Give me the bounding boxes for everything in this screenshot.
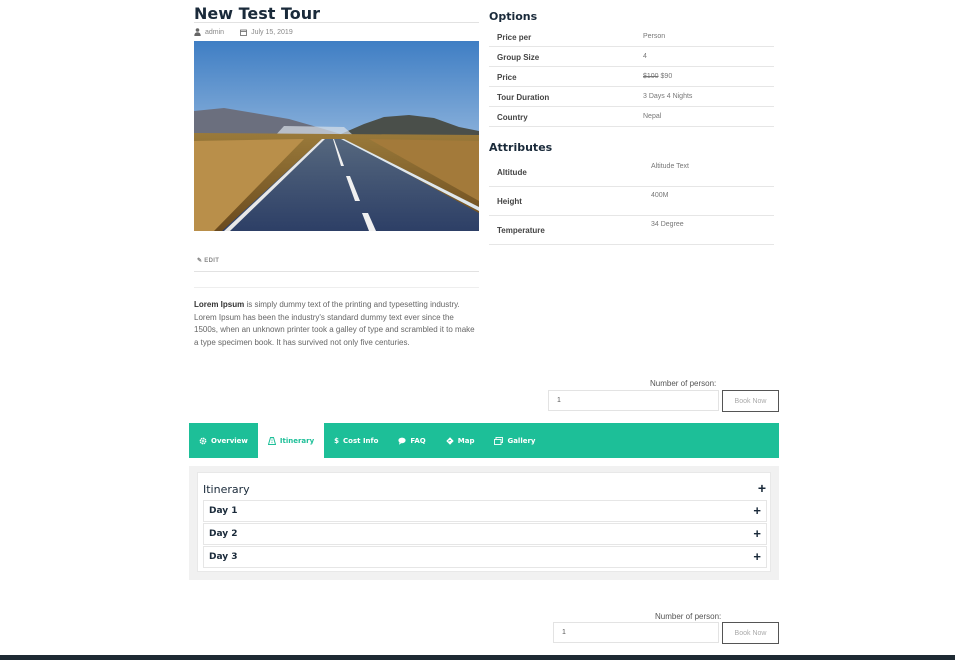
author-name[interactable]: admin — [205, 29, 224, 36]
tab-cost-info[interactable]: $ Cost Info — [324, 423, 388, 458]
itinerary-accordion: Itinerary + Day 1 + Day 2 + Day 3 + — [197, 472, 771, 572]
gallery-icon — [494, 436, 504, 445]
option-label: Group Size — [497, 53, 540, 62]
itinerary-day[interactable]: Day 1 + — [203, 500, 767, 522]
tab-faq[interactable]: FAQ — [388, 423, 435, 458]
expand-all-plus-icon[interactable]: + — [758, 481, 766, 495]
sale-price: $90 — [660, 73, 673, 80]
old-price: $100 — [643, 73, 659, 80]
tab-label: Itinerary — [279, 436, 315, 445]
tab-gallery[interactable]: Gallery — [484, 423, 545, 458]
site-footer — [0, 655, 955, 660]
tab-label: Overview — [211, 436, 248, 445]
options-table: Price per Person Group Size 4 Price $100… — [489, 27, 774, 127]
day-label: Day 2 — [209, 529, 238, 539]
tab-label: FAQ — [410, 436, 426, 445]
divider — [194, 271, 479, 272]
attribute-label: Temperature — [497, 226, 545, 235]
gear-icon — [199, 437, 207, 444]
tour-tabs: Overview Itinerary $ Cost Info FAQ Map G… — [189, 423, 779, 458]
itinerary-title: Itinerary — [203, 483, 250, 496]
book-now-button[interactable]: Book Now — [722, 622, 779, 644]
user-icon — [194, 28, 201, 36]
page-title: New Test Tour — [194, 4, 321, 23]
option-value: Nepal — [643, 113, 662, 120]
attribute-row: Altitude Altitude Text — [489, 158, 774, 187]
option-value: 4 — [643, 53, 647, 60]
attribute-value: 400M — [651, 192, 669, 199]
number-of-person-label: Number of person: — [655, 612, 722, 621]
tab-label: Gallery — [507, 436, 536, 445]
attribute-label: Altitude — [497, 168, 527, 177]
route-icon — [267, 436, 276, 445]
tour-description: Lorem Ipsum is simply dummy text of the … — [194, 299, 476, 349]
tour-image — [194, 41, 479, 231]
attribute-row: Height 400M — [489, 187, 774, 216]
book-now-button[interactable]: Book Now — [722, 390, 779, 412]
option-row: Tour Duration 3 Days 4 Nights — [489, 87, 774, 107]
attribute-label: Height — [497, 197, 522, 206]
plus-icon[interactable]: + — [753, 550, 761, 563]
number-of-person-label: Number of person: — [650, 379, 717, 388]
plus-icon[interactable]: + — [753, 504, 761, 517]
option-label: Price per — [497, 33, 532, 42]
description-bold: Lorem Ipsum — [194, 300, 245, 309]
day-label: Day 3 — [209, 552, 238, 562]
option-value: Person — [643, 33, 666, 40]
edit-link[interactable]: ✎ EDIT — [197, 257, 219, 264]
price-value: $100 $90 — [643, 73, 672, 80]
tab-label: Cost Info — [343, 436, 379, 445]
option-row: Country Nepal — [489, 107, 774, 127]
itinerary-day[interactable]: Day 2 + — [203, 523, 767, 545]
option-label: Tour Duration — [497, 93, 550, 102]
tab-overview[interactable]: Overview — [189, 423, 258, 458]
map-icon — [446, 436, 454, 445]
chat-icon — [398, 437, 406, 445]
attributes-heading: Attributes — [489, 141, 553, 154]
option-label: Price — [497, 73, 517, 82]
calendar-icon — [240, 29, 247, 36]
edit-label: EDIT — [204, 258, 220, 264]
title-divider — [194, 22, 479, 23]
attribute-row: Temperature 34 Degree — [489, 216, 774, 245]
attributes-table: Altitude Altitude Text Height 400M Tempe… — [489, 158, 774, 245]
itinerary-day[interactable]: Day 3 + — [203, 546, 767, 568]
tab-label: Map — [457, 436, 475, 445]
divider — [194, 287, 479, 288]
post-date: July 15, 2019 — [251, 28, 293, 36]
tab-panel: Itinerary + Day 1 + Day 2 + Day 3 + — [189, 466, 779, 580]
number-of-person-input[interactable]: 1 — [548, 390, 719, 411]
dollar-icon: $ — [334, 436, 340, 445]
tab-map[interactable]: Map — [436, 423, 485, 458]
number-of-person-input[interactable]: 1 — [553, 622, 719, 643]
option-row: Price per Person — [489, 27, 774, 47]
tab-itinerary[interactable]: Itinerary — [257, 423, 325, 458]
attribute-value: 34 Degree — [651, 221, 684, 228]
day-label: Day 1 — [209, 506, 238, 516]
options-heading: Options — [489, 10, 538, 23]
option-row: Price $100 $90 — [489, 67, 774, 87]
post-meta: admin July 15, 2019 — [194, 28, 293, 36]
attribute-value: Altitude Text — [651, 163, 690, 170]
option-label: Country — [497, 113, 528, 122]
option-row: Group Size 4 — [489, 47, 774, 67]
option-value: 3 Days 4 Nights — [643, 93, 693, 100]
plus-icon[interactable]: + — [753, 527, 761, 540]
